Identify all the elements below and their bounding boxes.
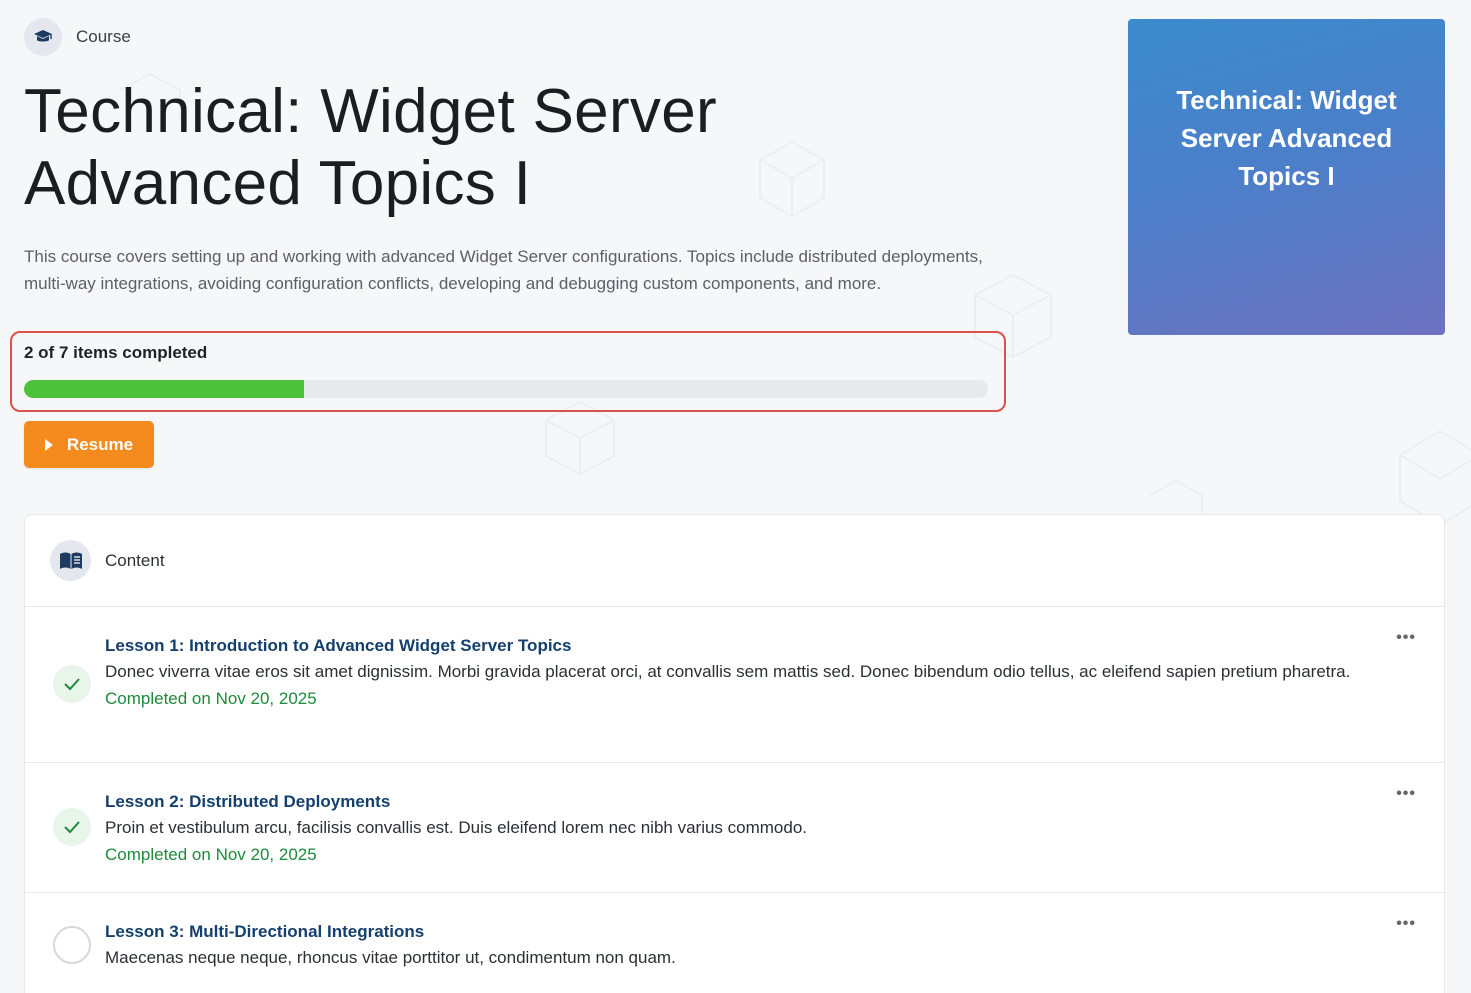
lesson-item[interactable]: Lesson 2: Distributed Deployments Proin … <box>25 763 1444 893</box>
course-type-label: Course <box>76 27 131 46</box>
resume-button[interactable]: Resume <box>24 421 154 468</box>
page-title: Technical: Widget Server Advanced Topics… <box>24 77 717 218</box>
completed-check-icon <box>53 808 91 846</box>
progress-bar-fill <box>24 380 304 398</box>
more-options-icon[interactable]: ••• <box>1396 629 1416 647</box>
lesson-description: Proin et vestibulum arcu, facilisis conv… <box>105 818 808 837</box>
lesson-title[interactable]: Lesson 3: Multi-Directional Integrations <box>105 919 1374 945</box>
course-header: Course <box>24 18 1024 56</box>
more-options-icon[interactable]: ••• <box>1396 785 1416 803</box>
incomplete-circle-icon <box>53 926 91 964</box>
course-thumbnail: Technical: Widget Server Advanced Topics… <box>1128 19 1445 335</box>
lesson-description: Donec viverra vitae eros sit amet dignis… <box>105 662 1351 681</box>
lesson-item[interactable]: Lesson 1: Introduction to Advanced Widge… <box>25 607 1444 763</box>
lesson-completed-date: Completed on Nov 20, 2025 <box>105 844 317 864</box>
content-heading: Content <box>105 550 165 570</box>
graduation-cap-icon <box>24 18 62 56</box>
progress-label: 2 of 7 items completed <box>24 343 208 362</box>
content-header: Content <box>25 515 1444 607</box>
lesson-completed-date: Completed on Nov 20, 2025 <box>105 688 317 708</box>
more-options-icon[interactable]: ••• <box>1396 915 1416 933</box>
resume-button-label: Resume <box>66 434 134 454</box>
lesson-title[interactable]: Lesson 2: Distributed Deployments <box>105 789 1374 815</box>
progress-bar <box>24 380 988 398</box>
book-icon <box>50 540 91 581</box>
completed-check-icon <box>53 665 91 703</box>
thumbnail-title: Technical: Widget Server Advanced Topics… <box>1176 85 1397 191</box>
course-type-tag: Course <box>24 18 1024 56</box>
content-panel: Content Lesson 1: Introduction to Advanc… <box>24 514 1445 993</box>
lesson-title[interactable]: Lesson 1: Introduction to Advanced Widge… <box>105 633 1374 659</box>
lesson-item[interactable]: Lesson 3: Multi-Directional Integrations… <box>25 893 1444 993</box>
progress-section: 2 of 7 items completed <box>10 331 1006 412</box>
course-description: This course covers setting up and workin… <box>24 247 983 293</box>
play-icon <box>44 438 53 451</box>
lesson-description: Maecenas neque neque, rhoncus vitae port… <box>105 948 676 967</box>
